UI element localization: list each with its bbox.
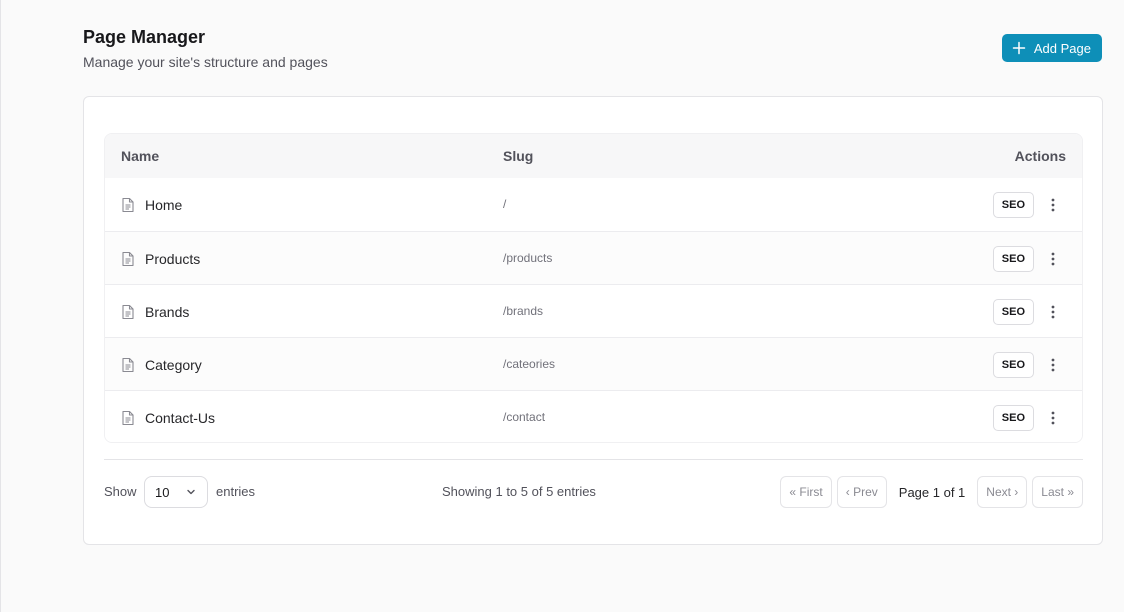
- more-vertical-icon: [1051, 411, 1055, 424]
- page-slug: /contact: [503, 410, 546, 424]
- more-vertical-icon: [1051, 305, 1055, 318]
- page-slug: /: [503, 197, 507, 211]
- page-slug: /brands: [503, 304, 544, 318]
- page-name-cell: Brands: [121, 285, 189, 338]
- row-menu-button[interactable]: [1046, 405, 1060, 431]
- column-header-actions: Actions: [1014, 148, 1066, 164]
- page-name: Contact-Us: [145, 409, 216, 426]
- page-name: Home: [145, 196, 183, 213]
- row-actions: SEO: [992, 338, 1060, 391]
- page-slug: /cateories: [503, 357, 556, 371]
- table-footer: Show 10 entries Showing 1 to 5 of 5 entr…: [104, 476, 1083, 508]
- table-row[interactable]: Category /cateories SEO: [105, 337, 1082, 390]
- seo-button[interactable]: SEO: [992, 191, 1034, 218]
- seo-button[interactable]: SEO: [992, 298, 1034, 325]
- page-name-cell: Home: [121, 178, 182, 231]
- row-menu-button[interactable]: [1046, 192, 1060, 218]
- document-icon: [122, 304, 134, 319]
- page-title: Page Manager: [83, 27, 206, 47]
- more-vertical-icon: [1051, 252, 1055, 265]
- seo-button[interactable]: SEO: [992, 351, 1034, 378]
- table-row[interactable]: Home / SEO: [105, 178, 1082, 231]
- table-row[interactable]: Contact-Us /contact SEO: [105, 390, 1082, 442]
- page-header: Page Manager Manage your site's structur…: [83, 26, 1102, 76]
- show-label: Show: [104, 484, 137, 499]
- more-vertical-icon: [1051, 358, 1055, 371]
- row-menu-button[interactable]: [1046, 299, 1060, 325]
- app-root: Page Manager Manage your site's structur…: [0, 0, 1124, 612]
- page-name-cell: Contact-Us: [121, 391, 216, 442]
- footer-divider: [104, 459, 1083, 460]
- add-page-button[interactable]: Add Page: [1001, 34, 1102, 62]
- page-name: Brands: [145, 303, 190, 320]
- page-indicator: Page 1 of 1: [898, 484, 966, 500]
- page-name-cell: Products: [121, 232, 200, 285]
- seo-button[interactable]: SEO: [992, 404, 1034, 431]
- plus-icon: [1012, 41, 1026, 55]
- showing-summary: Showing 1 to 5 of 5 entries: [442, 484, 596, 499]
- row-actions: SEO: [992, 285, 1060, 338]
- table-header: Name Slug Actions: [105, 134, 1082, 178]
- pages-table: Name Slug Actions Home / SEO Products /p…: [104, 133, 1083, 443]
- next-page-button[interactable]: Next ›: [977, 476, 1028, 508]
- first-page-button[interactable]: « First: [780, 476, 832, 508]
- page-size-select[interactable]: 10: [144, 476, 208, 508]
- row-menu-button[interactable]: [1046, 352, 1060, 378]
- page-name: Products: [145, 250, 201, 267]
- entries-label: entries: [216, 484, 256, 499]
- table-row[interactable]: Brands /brands SEO: [105, 284, 1082, 337]
- pagination: « First ‹ Prev Page 1 of 1 Next › Last »: [780, 476, 1083, 508]
- prev-page-button[interactable]: ‹ Prev: [836, 476, 887, 508]
- last-page-button[interactable]: Last »: [1032, 476, 1083, 508]
- page-slug: /products: [503, 251, 553, 265]
- column-header-name: Name: [121, 148, 160, 164]
- row-actions: SEO: [992, 391, 1060, 442]
- document-icon: [122, 410, 134, 425]
- page-name-cell: Category: [121, 338, 202, 391]
- page-name: Category: [145, 356, 202, 373]
- more-vertical-icon: [1051, 198, 1055, 211]
- document-icon: [122, 197, 134, 212]
- add-page-label: Add Page: [1033, 40, 1091, 56]
- row-menu-button[interactable]: [1046, 246, 1060, 272]
- document-icon: [122, 251, 134, 266]
- table-row[interactable]: Products /products SEO: [105, 231, 1082, 284]
- seo-button[interactable]: SEO: [992, 245, 1034, 272]
- row-actions: SEO: [992, 232, 1060, 285]
- page-subtitle: Manage your site's structure and pages: [83, 54, 328, 70]
- table-body: Home / SEO Products /products SEO Brands…: [105, 178, 1082, 442]
- pages-card: Name Slug Actions Home / SEO Products /p…: [83, 96, 1103, 545]
- chevron-down-icon: [187, 489, 195, 495]
- row-actions: SEO: [992, 178, 1060, 231]
- column-header-slug: Slug: [503, 148, 534, 164]
- document-icon: [122, 357, 134, 372]
- page-size-value: 10: [155, 484, 170, 500]
